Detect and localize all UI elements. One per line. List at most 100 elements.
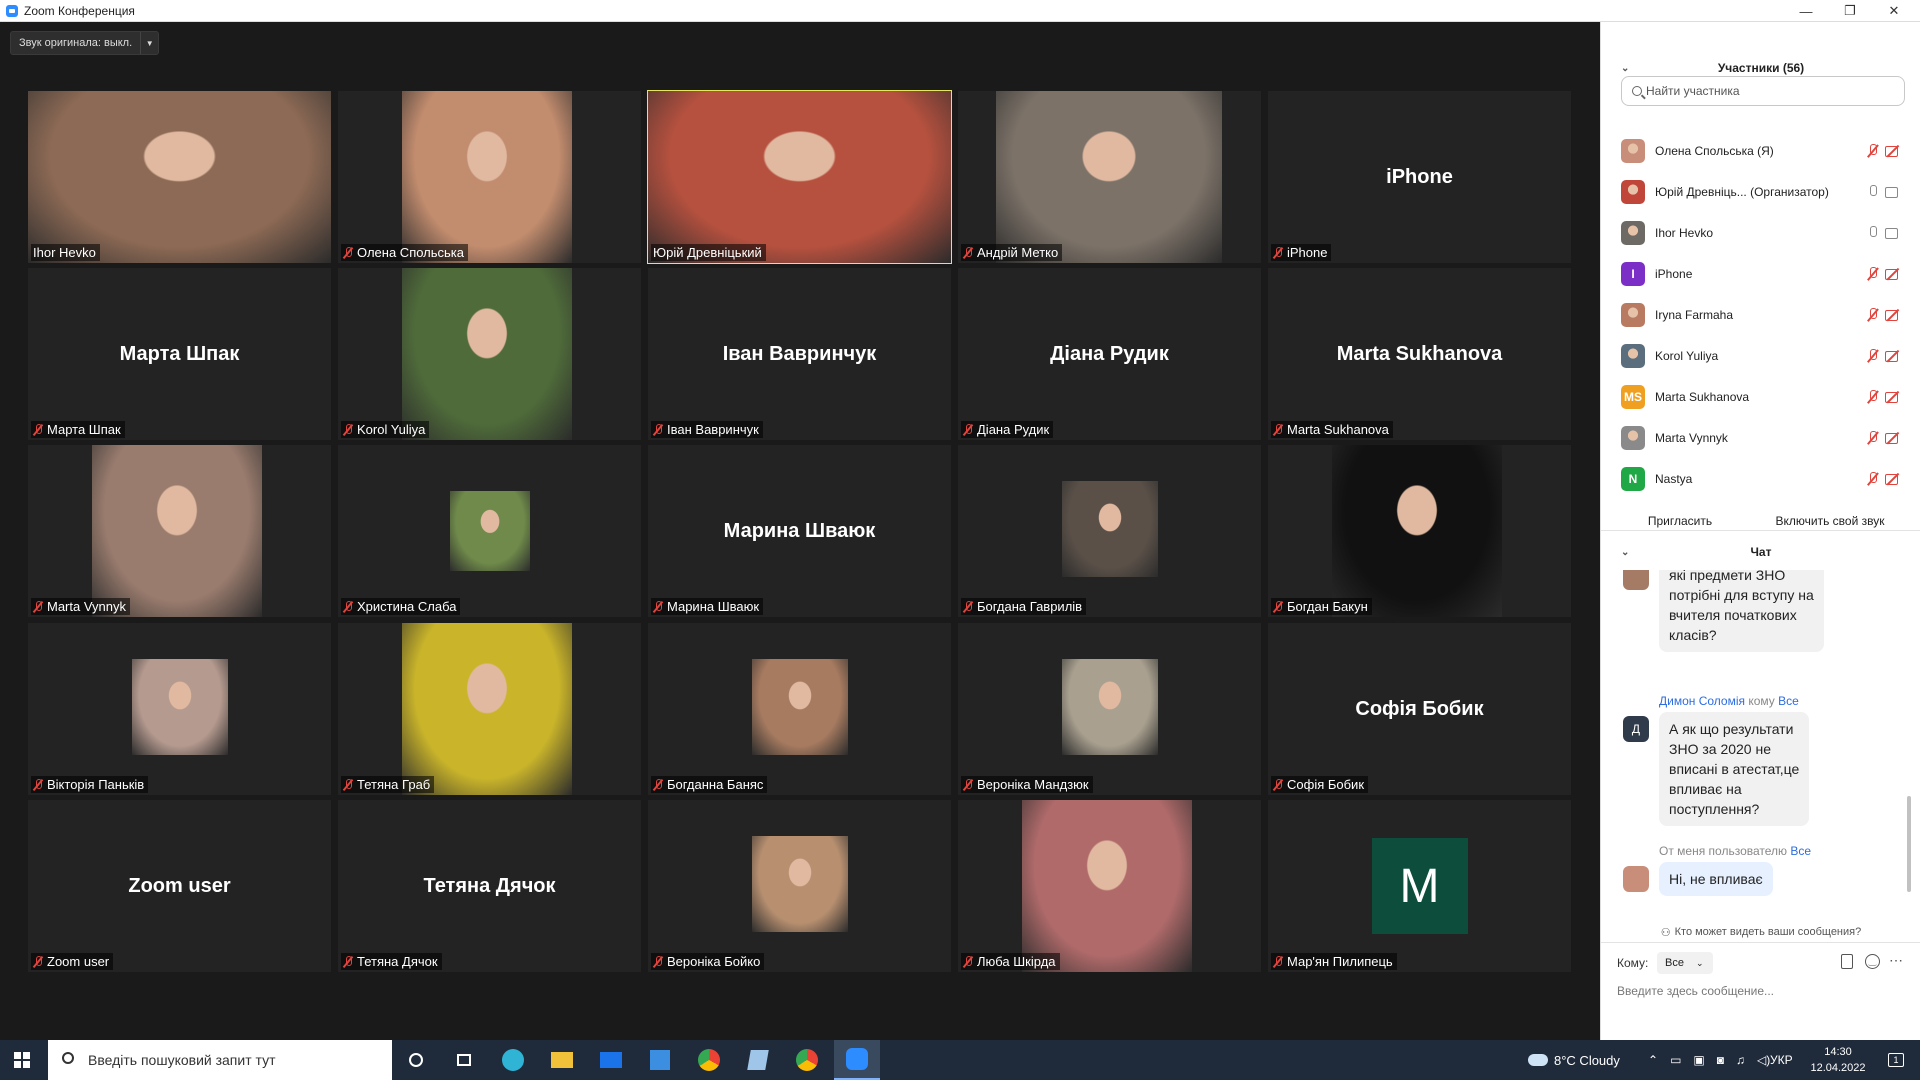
chat-scrollbar[interactable] — [1907, 796, 1911, 892]
camera-off-icon[interactable] — [1885, 145, 1901, 157]
notification-icon[interactable]: 1 — [1880, 1040, 1912, 1080]
participant-tile[interactable]: Ihor Hevko — [28, 91, 331, 263]
participant-tile[interactable]: Marta Vynnyk — [28, 445, 331, 617]
participant-tile[interactable]: iPhone iPhone — [1268, 91, 1571, 263]
task-view-icon[interactable] — [444, 1040, 484, 1080]
participant-tile[interactable]: Олена Спольська — [338, 91, 641, 263]
participant-tile[interactable]: Марина Шваюк Марина Шваюк — [648, 445, 951, 617]
participant-name-label: Вероніка Бойко — [651, 953, 765, 970]
mic-icon[interactable] — [1867, 184, 1879, 199]
chrome-icon[interactable] — [689, 1040, 729, 1080]
participant-tile[interactable]: Софія Бобик Софія Бобик — [1268, 623, 1571, 795]
participant-tile[interactable]: Марта Шпак Марта Шпак — [28, 268, 331, 440]
participant-row[interactable]: Ihor Hevko — [1601, 212, 1920, 253]
chevron-down-icon[interactable]: ▼ — [140, 32, 158, 54]
sender-name[interactable]: Димон Соломія — [1659, 694, 1745, 708]
speaker-icon[interactable]: ◁) — [1757, 1053, 1770, 1067]
participant-tile[interactable]: Zoom user Zoom user — [28, 800, 331, 972]
participant-tile[interactable]: Іван Вавринчук Іван Вавринчук — [648, 268, 951, 440]
participant-tile[interactable]: Богдан Бакун — [1268, 445, 1571, 617]
windows-start-button[interactable] — [2, 1040, 42, 1080]
chevron-down-icon[interactable]: ⌄ — [1621, 63, 1629, 74]
mic-muted-icon[interactable] — [1867, 389, 1879, 404]
camera-icon[interactable]: ◙ — [1717, 1053, 1724, 1067]
minimize-button[interactable]: — — [1784, 0, 1828, 22]
participant-name: Люба Шкірда — [977, 954, 1056, 969]
participant-avatar: I — [1621, 261, 1645, 286]
microphone-icon[interactable]: ♫ — [1736, 1053, 1745, 1067]
participant-row[interactable]: N Nastya — [1601, 458, 1920, 499]
participant-tile[interactable]: Вероніка Мандзюк — [958, 623, 1261, 795]
participant-tile[interactable]: Юрій Древніцький — [647, 90, 952, 264]
participant-row[interactable]: Юрій Древніць... (Организатор) — [1601, 171, 1920, 212]
camera-icon[interactable] — [1885, 227, 1901, 239]
mic-muted-icon[interactable] — [1867, 307, 1879, 322]
clock[interactable]: 14:30 12.04.2022 — [1806, 1044, 1870, 1076]
camera-off-icon[interactable] — [1885, 432, 1901, 444]
camera-off-icon[interactable] — [1885, 350, 1901, 362]
participant-row[interactable]: Олена Спольська (Я) — [1601, 130, 1920, 171]
mic-muted-icon[interactable] — [1867, 430, 1879, 445]
chat-message-input[interactable]: Введите здесь сообщение... — [1617, 984, 1774, 998]
side-panel: ⌄ Участники (56) Найти участника Олена С… — [1600, 22, 1920, 1040]
participant-tile[interactable]: Вікторія Паньків — [28, 623, 331, 795]
original-audio-toggle[interactable]: Звук оригинала: выкл. ▼ — [10, 31, 160, 55]
participant-tile[interactable]: Андрій Метко — [958, 91, 1261, 263]
zoom-taskbar-icon[interactable] — [834, 1040, 880, 1080]
mic-muted-icon[interactable] — [1867, 348, 1879, 363]
participant-search-input[interactable]: Найти участника — [1621, 76, 1905, 106]
participant-tile[interactable]: Korol Yuliya — [338, 268, 641, 440]
participant-name: Богдана Гаврилів — [977, 599, 1083, 614]
cortana-icon[interactable] — [396, 1040, 436, 1080]
participant-tile[interactable]: Богданна Баняс — [648, 623, 951, 795]
participant-name: Софія Бобик — [1287, 777, 1365, 792]
participant-row[interactable]: Marta Vynnyk — [1601, 417, 1920, 458]
mic-icon[interactable] — [1867, 225, 1879, 240]
privacy-note[interactable]: ⚇ Кто может видеть ваши сообщения? — [1601, 922, 1920, 942]
participant-name: Марина Шваюк — [667, 599, 760, 614]
camera-icon[interactable] — [1885, 186, 1901, 198]
participant-row[interactable]: Korol Yuliya — [1601, 335, 1920, 376]
participant-row[interactable]: IiPhone — [1601, 253, 1920, 294]
chevron-up-icon[interactable]: ⌃ — [1648, 1053, 1658, 1067]
mail-icon[interactable] — [591, 1040, 631, 1080]
participant-tile[interactable]: Marta Sukhanova Marta Sukhanova — [1268, 268, 1571, 440]
participant-tile[interactable]: Богдана Гаврилів — [958, 445, 1261, 617]
participant-name-label: Вероніка Мандзюк — [961, 776, 1093, 793]
camera-off-icon[interactable] — [1885, 268, 1901, 280]
network-icon[interactable]: ▭ — [1670, 1053, 1681, 1067]
maximize-button[interactable]: ❐ — [1828, 0, 1872, 22]
recipient-select[interactable]: Все ⌄ — [1657, 952, 1713, 974]
camera-off-icon[interactable] — [1885, 309, 1901, 321]
participant-row[interactable]: MS Marta Sukhanova — [1601, 376, 1920, 417]
camera-off-icon[interactable] — [1885, 391, 1901, 403]
mic-muted-icon[interactable] — [1867, 266, 1879, 281]
participant-tile[interactable]: Вероніка Бойко — [648, 800, 951, 972]
participant-tile[interactable]: Діана Рудик Діана Рудик — [958, 268, 1261, 440]
store-icon[interactable] — [640, 1040, 680, 1080]
weather-widget[interactable]: 8°C Cloudy — [1528, 1040, 1620, 1080]
file-icon[interactable] — [1841, 954, 1853, 969]
file-explorer-icon[interactable] — [542, 1040, 582, 1080]
close-button[interactable]: ✕ — [1872, 0, 1916, 22]
camera-off-icon[interactable] — [1885, 473, 1901, 485]
chrome-profile-icon[interactable] — [787, 1040, 827, 1080]
taskbar-search-input[interactable]: Введіть пошуковий запит тут — [48, 1040, 392, 1080]
edge-icon[interactable] — [493, 1040, 533, 1080]
meet-now-icon[interactable]: ▣ — [1693, 1053, 1704, 1067]
participant-tile[interactable]: M Мар'ян Пилипець — [1268, 800, 1571, 972]
participant-name: Юрій Древніцький — [653, 245, 762, 260]
participant-avatar — [1621, 220, 1645, 245]
participant-tile[interactable]: Тетяна Дячок Тетяна Дячок — [338, 800, 641, 972]
participant-row[interactable]: Iryna Farmaha — [1601, 294, 1920, 335]
mic-muted-icon[interactable] — [1867, 143, 1879, 158]
participant-tile[interactable]: Тетяна Граб — [338, 623, 641, 795]
participant-tile[interactable]: Люба Шкірда — [958, 800, 1261, 972]
notes-icon[interactable] — [738, 1040, 778, 1080]
emoji-icon[interactable]: ‿ — [1865, 954, 1880, 969]
language-indicator[interactable]: УКР — [1770, 1040, 1793, 1080]
mic-muted-icon[interactable] — [1867, 471, 1879, 486]
participant-tile[interactable]: Христина Слаба — [338, 445, 641, 617]
chevron-down-icon[interactable]: ⌄ — [1621, 547, 1629, 558]
more-icon[interactable]: ⋯ — [1889, 952, 1903, 969]
